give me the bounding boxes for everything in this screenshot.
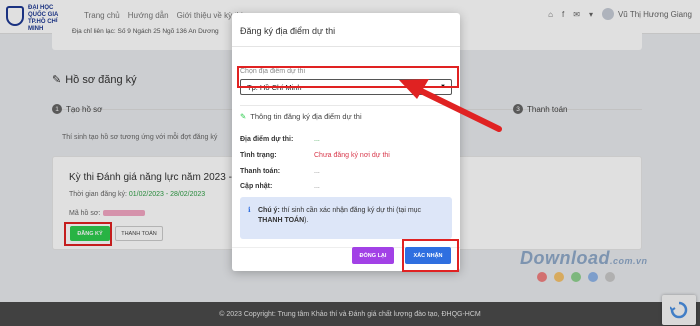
confirm-highlight-box <box>402 239 459 272</box>
info-key: Cập nhật: <box>240 183 273 190</box>
info-key: Tình trạng: <box>240 152 277 159</box>
modal-title: Đăng ký địa điểm dự thi <box>240 26 336 36</box>
confirmation-note: ℹ Chú ý: thí sinh cần xác nhận đăng ký d… <box>240 197 452 239</box>
register-location-modal: Đăng ký địa điểm dự thi Chọn địa điểm dự… <box>232 13 460 271</box>
close-button[interactable]: ĐÓNG LẠI <box>352 247 394 264</box>
info-value: Chưa đăng ký nơi dự thi <box>314 152 390 159</box>
note-suffix: ). <box>304 217 309 224</box>
edit-icon: ✎ <box>240 112 247 121</box>
note-strong: THANH TOÁN <box>258 217 305 224</box>
info-heading-text: Thông tin đăng ký địa điểm dự thi <box>250 112 362 121</box>
info-icon: ℹ <box>248 207 251 214</box>
red-arrow-icon <box>399 79 502 132</box>
note-prefix: Chú ý: <box>258 207 280 214</box>
divider <box>232 46 460 47</box>
info-value: ... <box>314 168 320 175</box>
info-heading: ✎ Thông tin đăng ký địa điểm dự thi <box>240 112 362 121</box>
info-value: ... <box>314 136 320 143</box>
info-key: Thanh toán: <box>240 168 281 175</box>
info-value: ... <box>314 183 320 190</box>
info-key: Địa điểm dự thi: <box>240 136 294 143</box>
note-text: thí sinh cần xác nhận đăng ký dự thi (tạ… <box>281 207 422 214</box>
